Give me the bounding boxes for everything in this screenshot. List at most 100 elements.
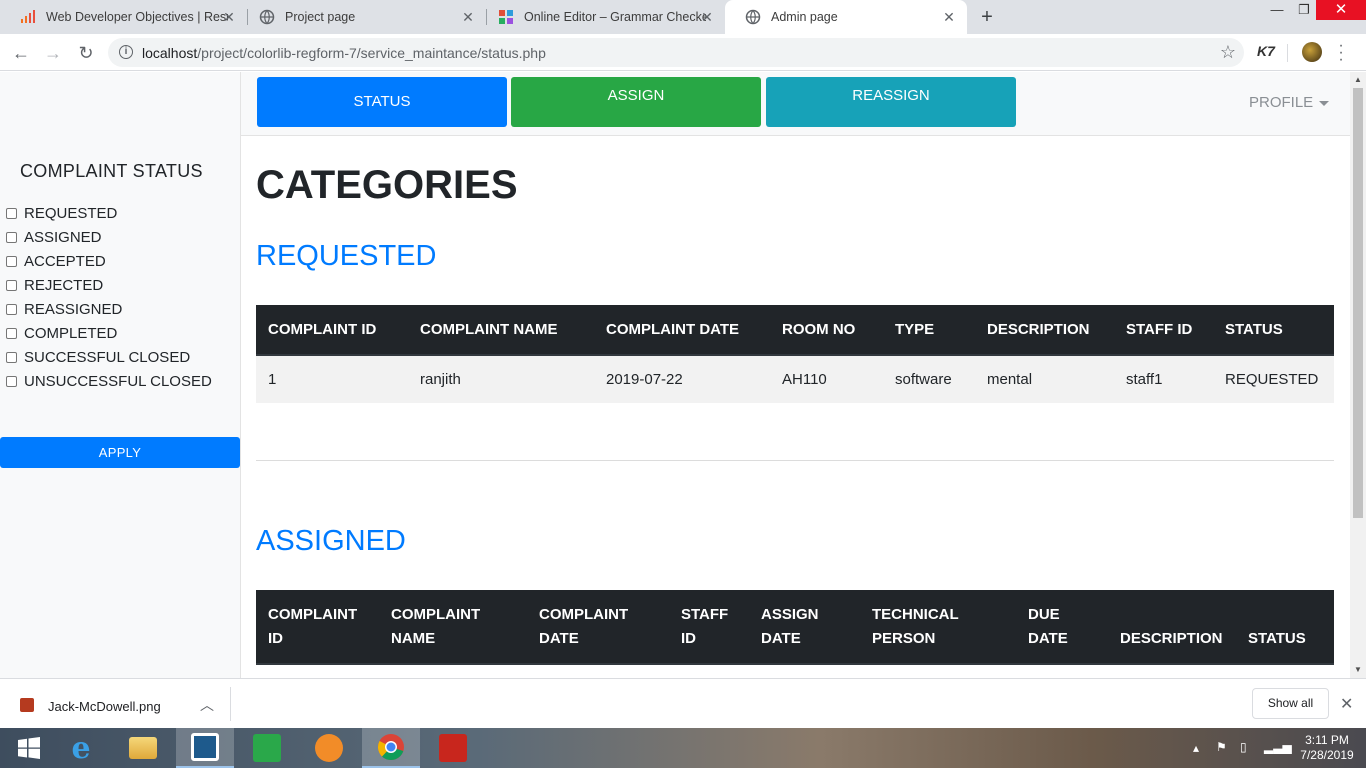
tab-project-page[interactable]: Project page ✕ xyxy=(239,0,486,34)
scrollbar-thumb[interactable] xyxy=(1353,88,1363,518)
status-filter-list: REQUESTED ASSIGNED ACCEPTED REJECTED REA… xyxy=(5,201,212,393)
table-cell: 2019-07-22 xyxy=(594,355,770,403)
tab-title: Online Editor – Grammar Checke xyxy=(524,10,706,24)
forward-arrow-icon[interactable]: → xyxy=(41,41,65,65)
restore-window-icon[interactable]: ❐ xyxy=(1289,0,1319,22)
profile-dropdown[interactable]: PROFILE xyxy=(1249,94,1330,111)
download-item[interactable]: Jack-McDowell.png xyxy=(48,699,161,714)
back-arrow-icon[interactable]: ← xyxy=(9,41,33,65)
profile-avatar-icon[interactable] xyxy=(1302,42,1322,62)
caret-down-icon xyxy=(1319,100,1330,106)
image-file-icon xyxy=(20,698,34,712)
assign-button[interactable]: ASSIGN xyxy=(511,77,761,127)
uc-browser-icon[interactable] xyxy=(300,728,358,768)
windows-taskbar: e ▴ ⚑ ▯ ▂▃▅ 3:11 PM 7/28/2019 xyxy=(0,728,1366,768)
table-cell: software xyxy=(883,355,975,403)
sidebar: COMPLAINT STATUS REQUESTED ASSIGNED ACCE… xyxy=(0,72,241,678)
filter-unsuccessful-closed[interactable]: UNSUCCESSFUL CLOSED xyxy=(5,369,212,393)
table-cell: AH110 xyxy=(770,355,883,403)
filter-reassigned[interactable]: REASSIGNED xyxy=(5,297,212,321)
windows-start-icon[interactable] xyxy=(0,728,58,768)
tab-web-developer-objectives[interactable]: Web Developer Objectives | Resu ✕ xyxy=(0,0,247,34)
filter-checkbox[interactable] xyxy=(6,231,17,243)
column-header: COMPLAINT ID xyxy=(256,590,379,665)
close-tab-icon[interactable]: ✕ xyxy=(941,9,957,25)
app-icon[interactable] xyxy=(176,728,234,768)
scroll-down-icon[interactable]: ▼ xyxy=(1350,662,1366,678)
column-header: DUE DATE xyxy=(1016,590,1108,665)
chevron-up-icon[interactable]: ︿ xyxy=(200,695,214,715)
download-shelf: Jack-McDowell.png ︿ Show all ✕ xyxy=(0,678,1366,728)
url-text[interactable]: localhost/project/colorlib-regform-7/ser… xyxy=(142,45,546,61)
column-header: ASSIGN DATE xyxy=(749,590,860,665)
info-icon[interactable]: i xyxy=(119,45,133,59)
close-tab-icon[interactable]: ✕ xyxy=(221,9,237,25)
show-all-button[interactable]: Show all xyxy=(1252,688,1329,719)
column-header: COMPLAINT DATE xyxy=(594,305,770,356)
filter-label: REASSIGNED xyxy=(24,300,123,318)
filter-label: UNSUCCESSFUL CLOSED xyxy=(24,372,212,390)
minimize-window-icon[interactable]: — xyxy=(1262,0,1292,22)
tray-expand-icon[interactable]: ▴ xyxy=(1193,741,1199,768)
close-window-button[interactable]: ✕ xyxy=(1316,0,1366,20)
column-header: COMPLAINT ID xyxy=(256,305,408,356)
status-button[interactable]: STATUS xyxy=(257,77,507,127)
filter-checkbox[interactable] xyxy=(6,303,17,315)
browser-toolbar: ← → ↻ i localhost/project/colorlib-regfo… xyxy=(0,34,1366,71)
filter-checkbox[interactable] xyxy=(6,351,17,363)
bookmark-star-icon[interactable]: ☆ xyxy=(1220,42,1236,63)
network-icon[interactable]: ▂▃▅ xyxy=(1264,740,1292,768)
filter-successful-closed[interactable]: SUCCESSFUL CLOSED xyxy=(5,345,212,369)
filter-accepted[interactable]: ACCEPTED xyxy=(5,249,212,273)
tab-online-editor[interactable]: Online Editor – Grammar Checke ✕ xyxy=(478,0,725,34)
filter-checkbox[interactable] xyxy=(6,255,17,267)
acrobat-icon[interactable] xyxy=(424,728,482,768)
filter-checkbox[interactable] xyxy=(6,375,17,387)
reload-icon[interactable]: ↻ xyxy=(74,41,98,65)
filter-checkbox[interactable] xyxy=(6,279,17,291)
filter-label: REJECTED xyxy=(24,276,104,294)
chrome-icon[interactable] xyxy=(362,728,420,768)
browser-menu-icon[interactable]: · · · xyxy=(1336,38,1346,68)
grid-icon xyxy=(498,9,514,25)
column-header: STATUS xyxy=(1236,590,1334,665)
filter-completed[interactable]: COMPLETED xyxy=(5,321,212,345)
shelf-separator xyxy=(230,687,231,721)
column-header: STATUS xyxy=(1213,305,1334,356)
close-tab-icon[interactable]: ✕ xyxy=(699,9,715,25)
apply-button[interactable]: APPLY xyxy=(0,437,240,468)
column-header: TECHNICAL PERSON xyxy=(860,590,1016,665)
filter-checkbox[interactable] xyxy=(6,327,17,339)
file-explorer-icon[interactable] xyxy=(114,728,172,768)
page-scrollbar[interactable]: ▲ ▼ xyxy=(1350,72,1366,678)
page-viewport: COMPLAINT STATUS REQUESTED ASSIGNED ACCE… xyxy=(0,72,1350,678)
table-cell: ranjith xyxy=(408,355,594,403)
close-tab-icon[interactable]: ✕ xyxy=(460,9,476,25)
filter-assigned[interactable]: ASSIGNED xyxy=(5,225,212,249)
battery-icon[interactable]: ▯ xyxy=(1240,740,1247,768)
filter-checkbox[interactable] xyxy=(6,207,17,219)
column-header: DESCRIPTION xyxy=(1108,590,1236,665)
store-icon[interactable] xyxy=(238,728,296,768)
requested-table: COMPLAINT ID COMPLAINT NAME COMPLAINT DA… xyxy=(256,305,1334,403)
sidebar-title: COMPLAINT STATUS xyxy=(20,161,203,181)
scroll-up-icon[interactable]: ▲ xyxy=(1350,72,1366,88)
flag-icon[interactable]: ⚑ xyxy=(1216,740,1227,768)
top-navigation: STATUS ASSIGN REASSIGN PROFILE xyxy=(241,72,1350,136)
new-tab-button[interactable]: + xyxy=(977,7,997,27)
system-clock[interactable]: 3:11 PM 7/28/2019 xyxy=(1296,733,1358,763)
internet-explorer-icon[interactable]: e xyxy=(52,728,110,768)
k7-extension-icon[interactable]: K7 xyxy=(1257,43,1275,59)
filter-rejected[interactable]: REJECTED xyxy=(5,273,212,297)
globe-icon xyxy=(745,9,761,25)
filter-label: ASSIGNED xyxy=(24,228,102,246)
table-cell: staff1 xyxy=(1114,355,1213,403)
tab-admin-page[interactable]: Admin page ✕ xyxy=(725,0,967,34)
profile-label: PROFILE xyxy=(1249,94,1314,111)
close-icon[interactable]: ✕ xyxy=(1340,694,1353,714)
column-header: COMPLAINT DATE xyxy=(527,590,669,665)
address-bar[interactable]: i localhost/project/colorlib-regform-7/s… xyxy=(108,38,1244,67)
requested-heading: REQUESTED xyxy=(256,240,437,272)
filter-requested[interactable]: REQUESTED xyxy=(5,201,212,225)
reassign-button[interactable]: REASSIGN xyxy=(766,77,1016,127)
